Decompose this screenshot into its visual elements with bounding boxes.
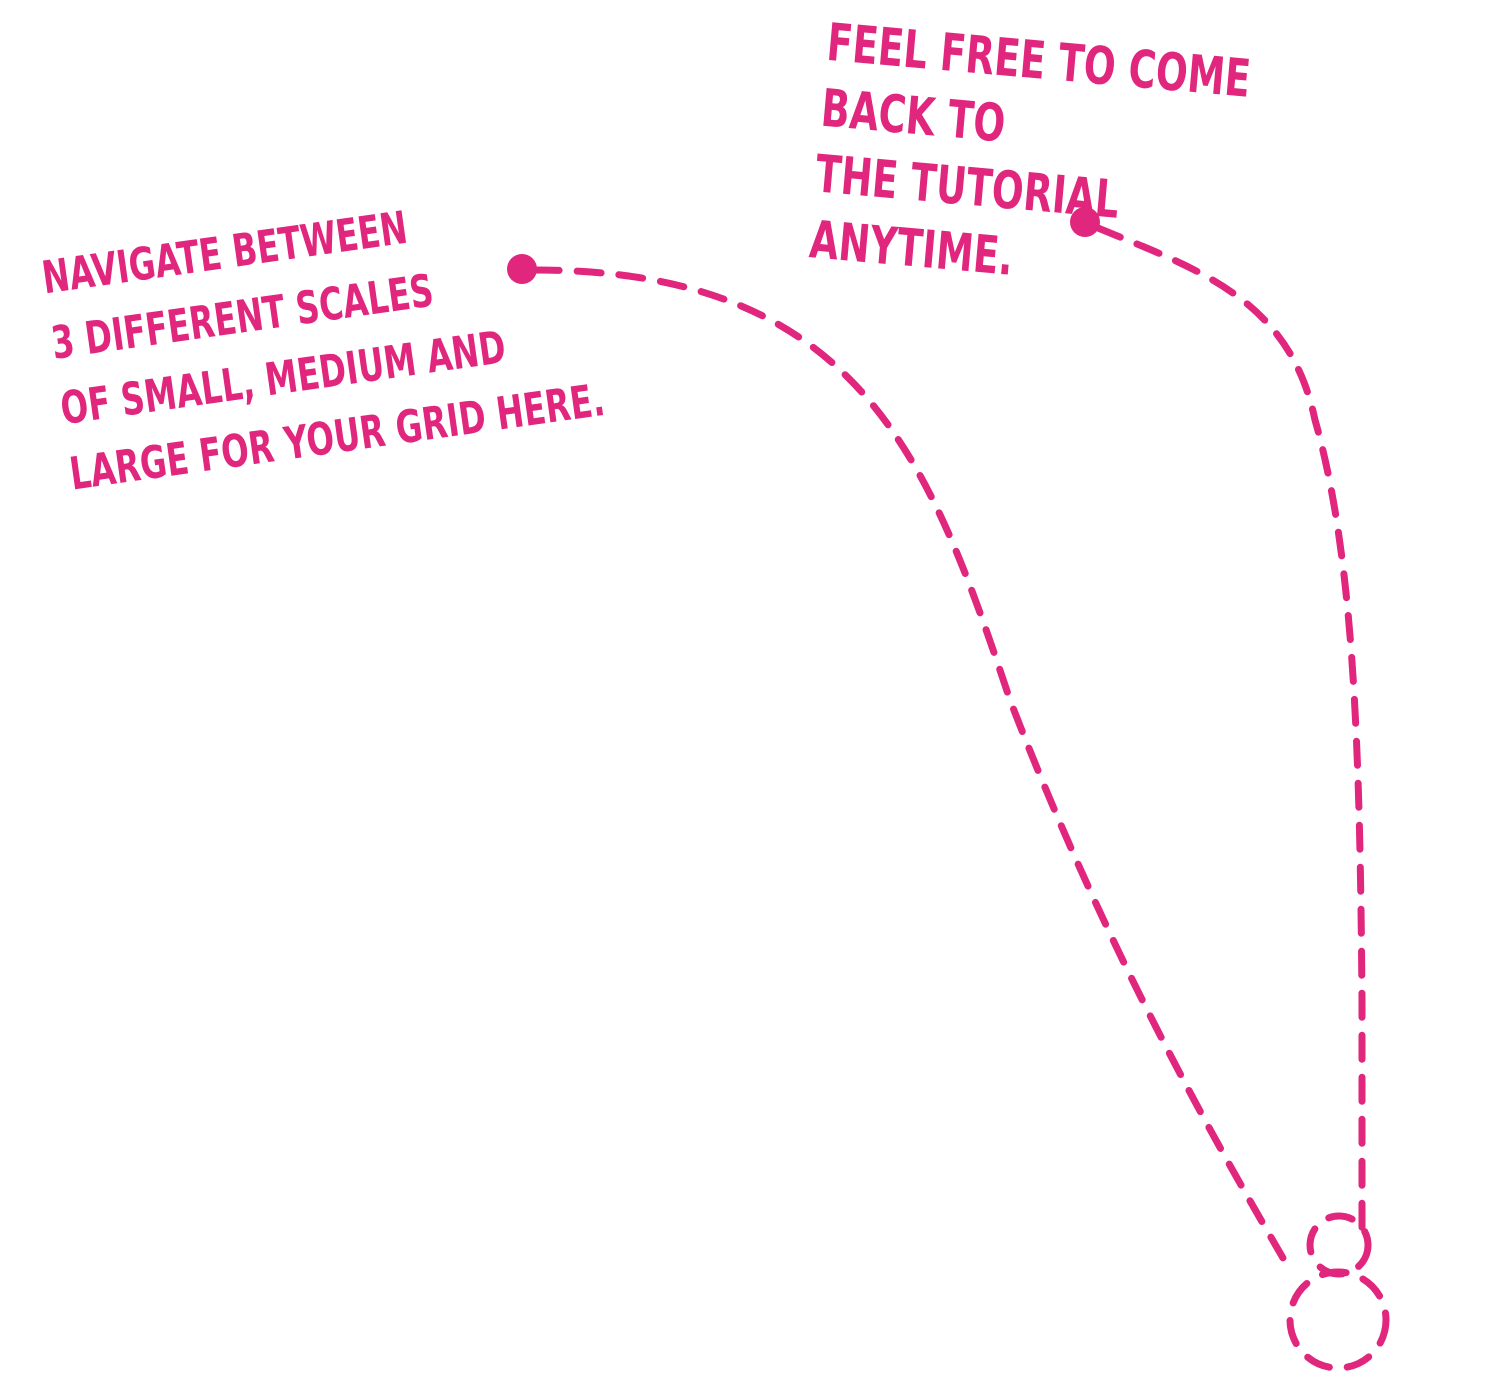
scales-connector-line: [531, 266, 1294, 1274]
scale-control-marker: [1286, 1268, 1390, 1372]
scales-connector-dot: [507, 254, 537, 284]
tutorial-connector-line: [1094, 224, 1366, 1234]
tutorial-connector-dot: [1070, 207, 1100, 237]
pointer-lines: [507, 207, 1390, 1372]
